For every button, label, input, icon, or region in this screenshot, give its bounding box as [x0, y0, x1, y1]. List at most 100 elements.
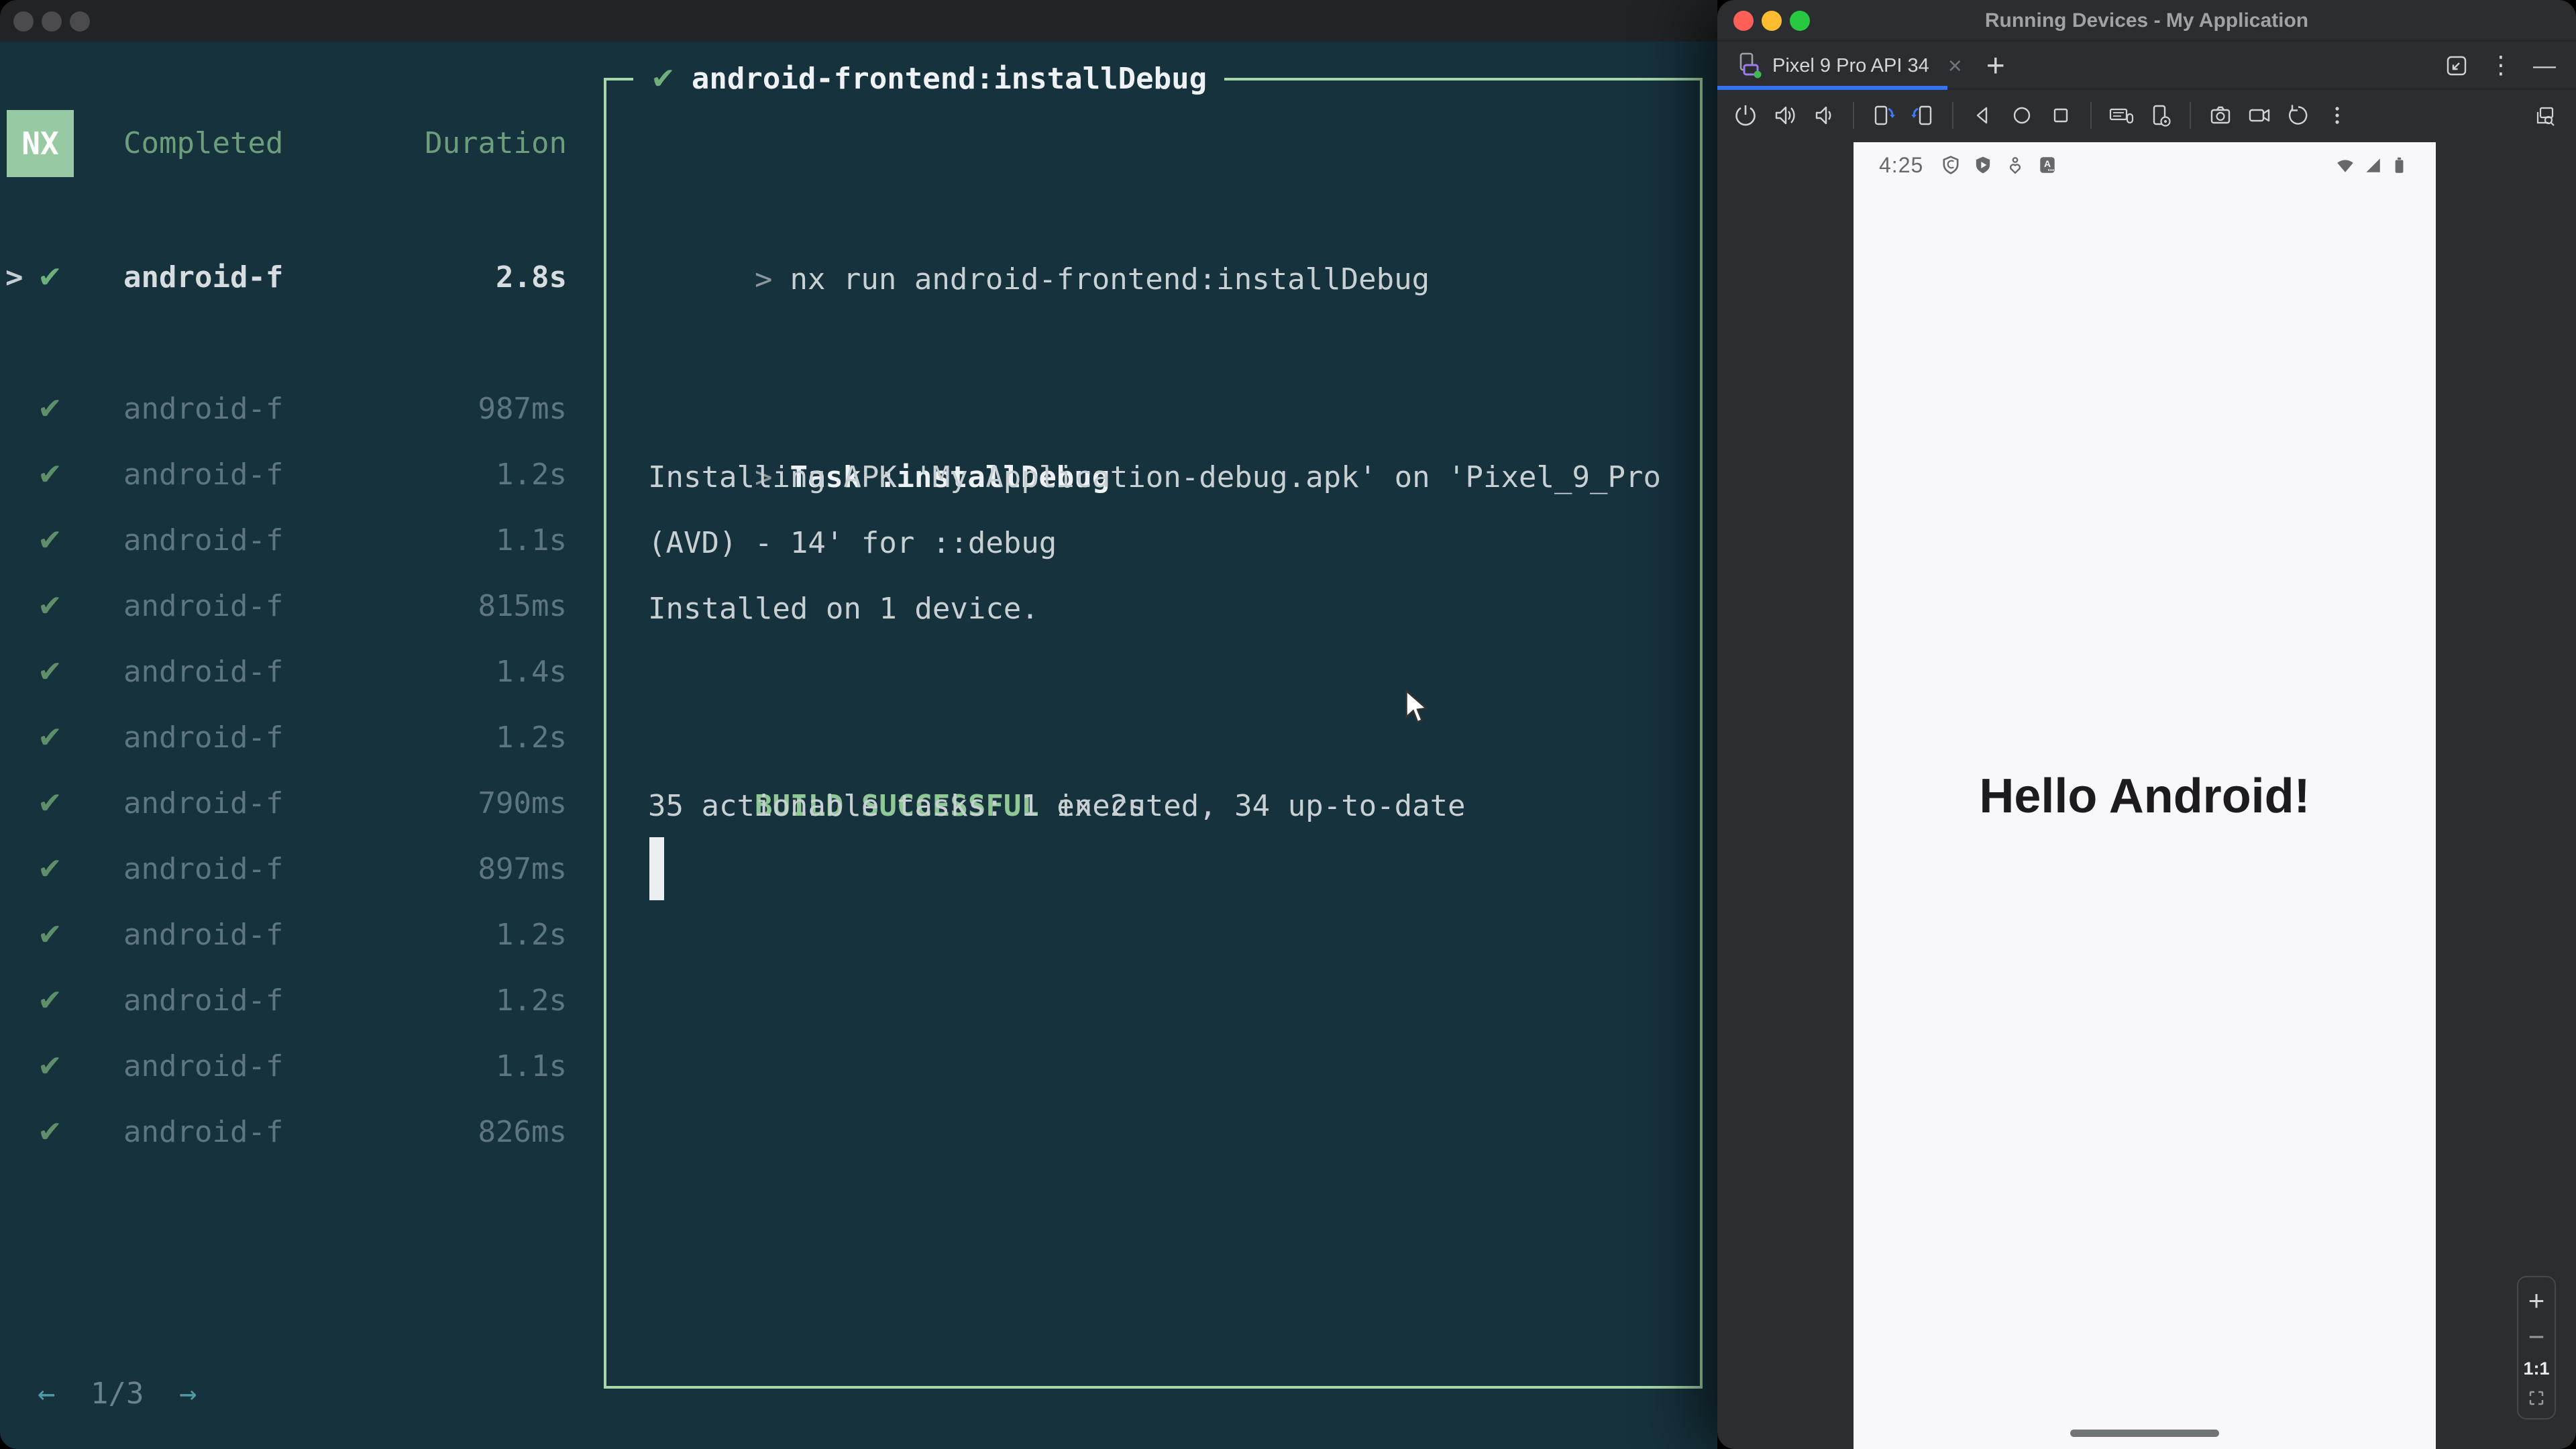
task-row[interactable]: ✔ android-f 897ms — [0, 837, 604, 902]
studio-titlebar: Running Devices - My Application — [1717, 0, 2576, 42]
column-header-duration: Duration — [425, 126, 567, 160]
toolbar-separator — [1952, 102, 1953, 129]
close-window-button[interactable] — [1733, 11, 1754, 31]
check-icon: ✔ — [38, 983, 62, 1018]
page-indicator: 1/3 — [91, 1377, 144, 1411]
build-summary-line: 35 actionable tasks: 1 executed, 34 up-t… — [648, 789, 1466, 823]
new-tab-button[interactable]: + — [1986, 48, 2005, 85]
prev-page-arrow[interactable]: ← — [38, 1377, 56, 1411]
shield-outline-icon — [1943, 156, 1959, 174]
task-duration: 1.1s — [496, 1049, 567, 1083]
selection-caret-icon: > — [5, 260, 23, 294]
check-icon: ✔ — [38, 720, 62, 755]
emulator-display[interactable]: 4:25 A Hello Android! — [1854, 142, 2436, 1449]
output-line: Installing APK 'My Application-debug.apk… — [648, 460, 1661, 494]
minimize-window-button[interactable] — [1762, 11, 1782, 31]
app-greeting-text: Hello Android! — [1979, 769, 2310, 823]
next-page-arrow[interactable]: → — [179, 1377, 197, 1411]
task-row[interactable]: ✔ android-f 1.2s — [0, 968, 604, 1034]
screen-search-icon[interactable] — [2529, 101, 2559, 130]
task-row[interactable]: ✔ android-f 1.2s — [0, 705, 604, 771]
task-duration: 1.2s — [496, 720, 567, 755]
task-row[interactable]: ✔ android-f 1.4s — [0, 639, 604, 705]
zoom-ratio-button[interactable]: 1:1 — [2523, 1358, 2549, 1379]
output-line: (AVD) - 14' for ::debug — [648, 526, 1057, 560]
output-line: Installed on 1 device. — [648, 592, 1039, 626]
more-options-icon[interactable]: ⋮ — [2489, 54, 2513, 78]
wifi-icon — [2337, 160, 2353, 172]
check-icon: ✔ — [38, 852, 62, 886]
output-task-title: android-frontend:installDebug — [691, 62, 1208, 96]
check-icon: ✔ — [38, 392, 62, 426]
embed-window-icon[interactable] — [2445, 54, 2469, 78]
gesture-navigation-handle[interactable] — [2070, 1430, 2219, 1437]
toolbar-separator — [1853, 102, 1854, 129]
task-sidebar: NX Completed Duration > ✔ android-f 2.8s… — [0, 0, 604, 1449]
battery-icon — [2395, 157, 2404, 173]
zoom-in-button[interactable]: + — [2528, 1286, 2545, 1315]
task-duration: 897ms — [478, 852, 567, 886]
terminal-window: NX Completed Duration > ✔ android-f 2.8s… — [0, 0, 1717, 1449]
task-row[interactable]: ✔ android-f 1.2s — [0, 442, 604, 508]
task-output-panel: ✔ android-frontend:installDebug > nx run a… — [604, 56, 1703, 1389]
task-duration: 1.4s — [496, 655, 567, 689]
tab-device-label[interactable]: Pixel 9 Pro API 34 — [1772, 55, 1929, 77]
svg-text:A: A — [2044, 158, 2051, 169]
more-options-icon[interactable] — [2322, 101, 2352, 130]
hardware-input-icon[interactable] — [2106, 101, 2136, 130]
check-icon: ✔ — [38, 786, 62, 820]
device-tabbar: Pixel 9 Pro API 34 × + ⋮ — — [1717, 43, 2576, 90]
fit-to-window-icon[interactable] — [2526, 1387, 2547, 1409]
check-icon: ✔ — [38, 458, 62, 492]
zoom-out-button[interactable]: − — [2528, 1322, 2545, 1351]
home-icon[interactable] — [2007, 101, 2037, 130]
screenshot-icon[interactable] — [2206, 101, 2235, 130]
terminal-cursor — [649, 837, 664, 900]
check-icon: ✔ — [38, 589, 62, 623]
device-settings-icon[interactable] — [2145, 101, 2175, 130]
toolbar-separator — [2190, 102, 2191, 129]
back-icon[interactable] — [1968, 101, 1998, 130]
command-text: nx run android-frontend:installDebug — [790, 262, 1430, 297]
running-devices-window: Running Devices - My Application Pixel 9… — [1717, 0, 2576, 1449]
shield-play-icon — [1976, 156, 1990, 174]
task-duration: 1.2s — [496, 918, 567, 952]
toolbar-separator — [2090, 102, 2092, 129]
device-statusbar: 4:25 A — [1854, 149, 2436, 181]
hide-toolwindow-icon[interactable]: — — [2533, 53, 2556, 79]
task-duration: 2.8s — [496, 260, 567, 294]
task-row[interactable]: ✔ android-f 826ms — [0, 1099, 604, 1165]
zoom-window-button[interactable] — [1790, 11, 1810, 31]
rotate-right-icon[interactable] — [1908, 101, 1937, 130]
task-row[interactable]: ✔ android-f 1.1s — [0, 508, 604, 574]
screen-record-icon[interactable] — [2245, 101, 2274, 130]
task-row[interactable]: ✔ android-f 790ms — [0, 771, 604, 837]
task-row[interactable]: ✔ android-f 1.1s — [0, 1034, 604, 1099]
check-icon: ✔ — [38, 655, 62, 689]
check-icon: ✔ — [38, 523, 62, 557]
task-row[interactable]: ✔ android-f 815ms — [0, 574, 604, 639]
volume-up-icon[interactable] — [1770, 101, 1799, 130]
task-row[interactable]: ✔ android-f 987ms — [0, 376, 604, 442]
output-panel-title: ✔ android-frontend:installDebug — [633, 56, 1225, 103]
task-row[interactable]: ✔ android-f 1.2s — [0, 902, 604, 968]
task-row-selected[interactable]: > ✔ android-f 2.8s — [0, 245, 604, 311]
prompt-icon: > — [754, 262, 773, 297]
task-duration: 987ms — [478, 392, 567, 426]
rotate-left-icon[interactable] — [1869, 101, 1898, 130]
nx-logo: NX — [7, 110, 74, 177]
volume-down-icon[interactable] — [1809, 101, 1838, 130]
task-duration: 1.2s — [496, 983, 567, 1018]
pagination: ← 1/3 → — [38, 1362, 197, 1426]
power-icon[interactable] — [1731, 101, 1760, 130]
window-title: Running Devices - My Application — [1984, 9, 2309, 32]
check-icon: ✔ — [38, 1049, 62, 1083]
task-duration: 815ms — [478, 589, 567, 623]
tab-close-button[interactable]: × — [1948, 52, 1962, 80]
command-line: > nx run android-frontend:installDebug — [648, 181, 1430, 297]
overview-icon[interactable] — [2046, 101, 2076, 130]
task-duration: 1.2s — [496, 458, 567, 492]
gradle-task-header: > Task :installDebug — [648, 379, 1110, 494]
check-icon: ✔ — [38, 918, 62, 952]
snapshot-reset-icon[interactable] — [2284, 101, 2313, 130]
